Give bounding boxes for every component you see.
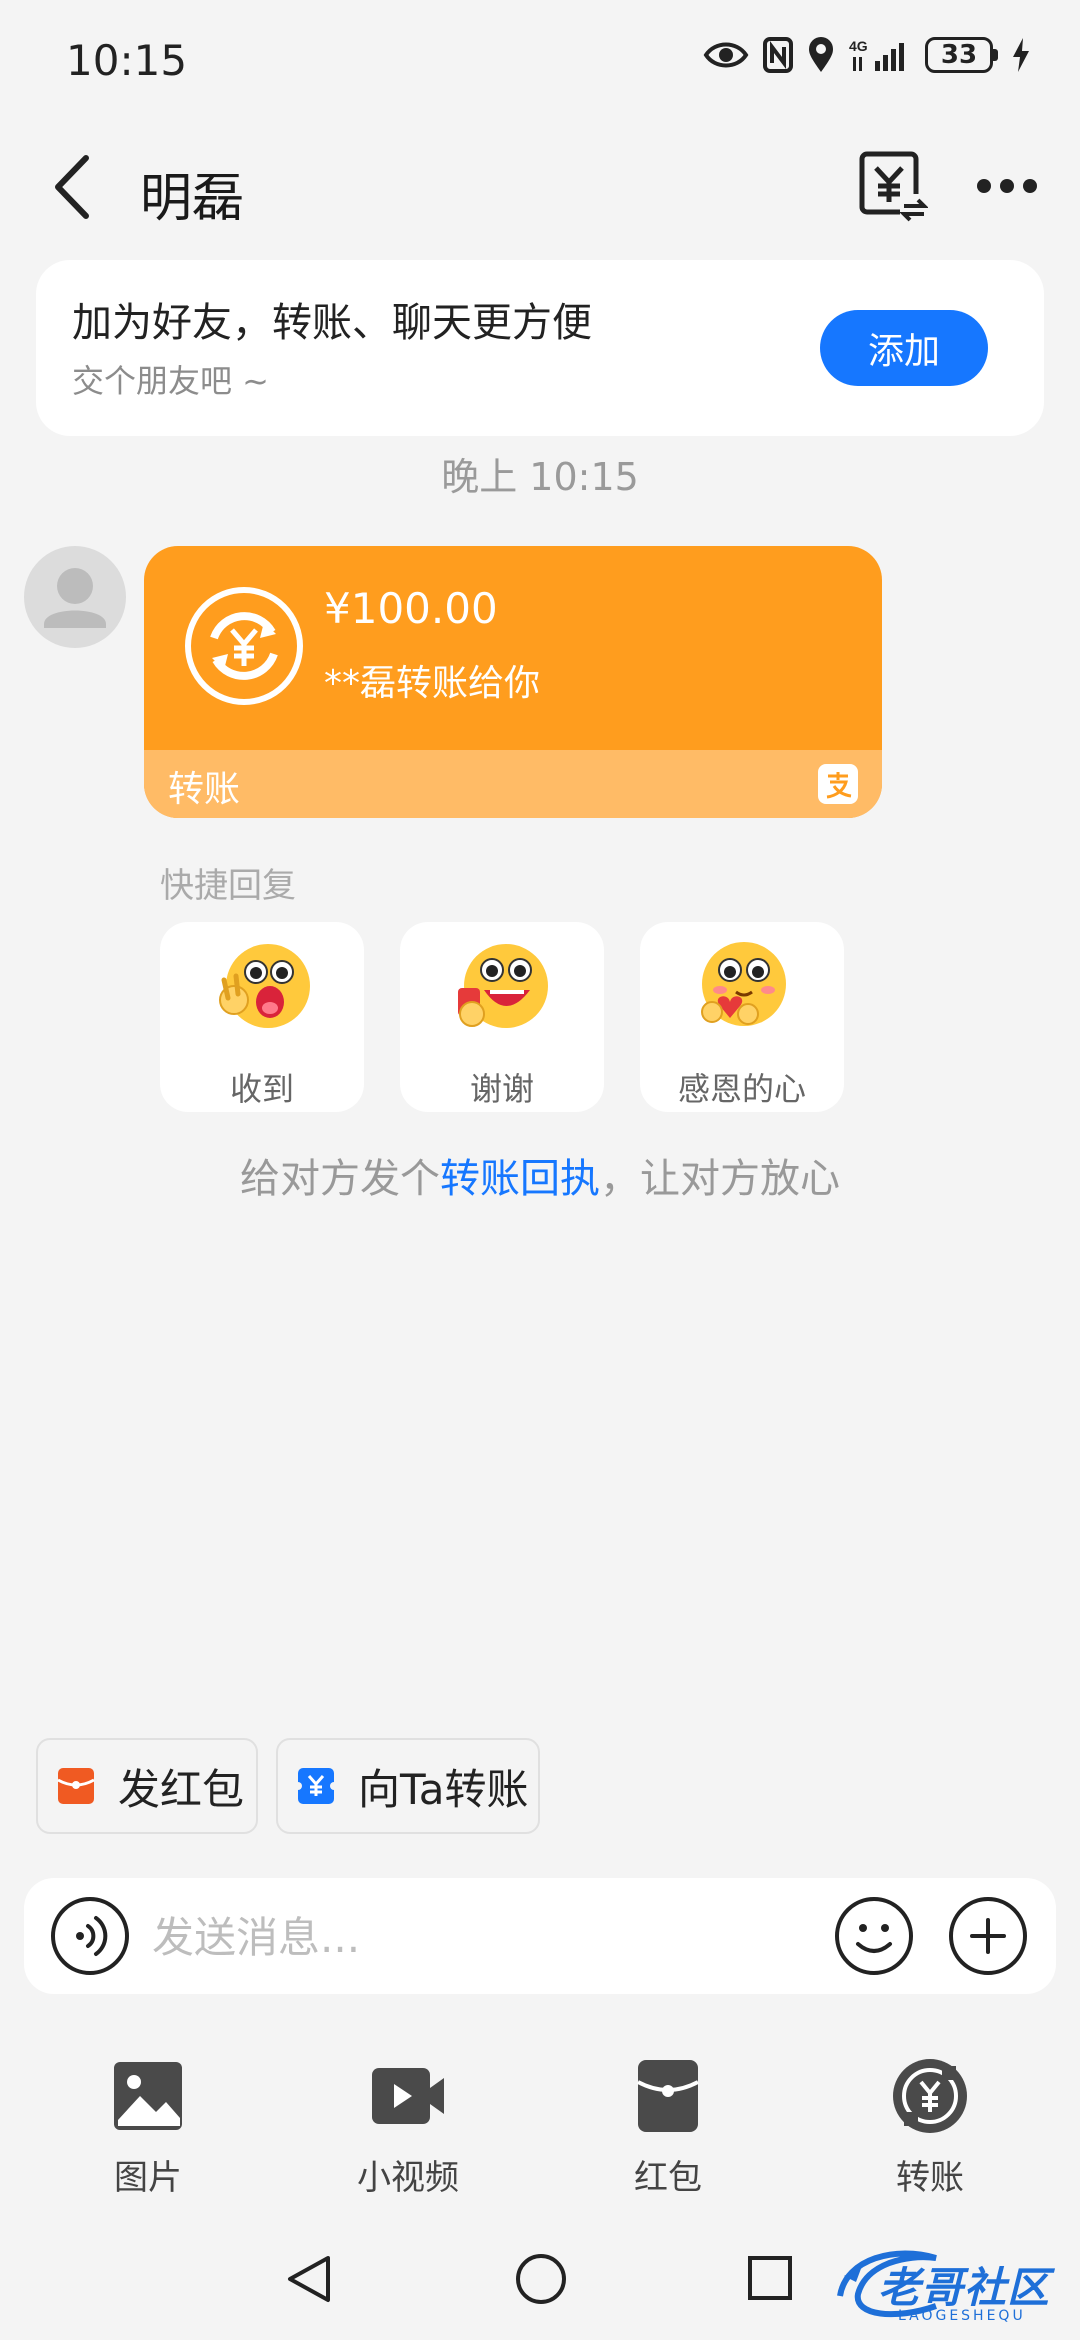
nav-home-icon[interactable]: [514, 2252, 568, 2306]
location-icon: [809, 37, 833, 72]
transfer-receipt-link[interactable]: 转账回执: [440, 1156, 600, 1202]
add-friend-card: 加为好友，转账、聊天更方便 交个朋友吧 ~ 添加: [36, 260, 1044, 436]
nav-back-icon[interactable]: [282, 2252, 336, 2306]
tool-label: 转账: [896, 2158, 964, 2198]
transfer-type-label: 转账: [168, 769, 241, 810]
nav-recent-apps-icon[interactable]: [746, 2254, 794, 2302]
quick-reply-label: 快捷回复: [160, 866, 296, 906]
watermark-text: 老哥社区: [878, 2263, 1051, 2312]
voice-icon[interactable]: [50, 1896, 130, 1976]
battery-indicator: 33: [925, 37, 998, 73]
send-red-packet-chip[interactable]: 发红包: [36, 1738, 258, 1834]
battery-level: 33: [940, 40, 978, 70]
tool-label: 红包: [634, 2158, 702, 2198]
tool-image[interactable]: 图片: [68, 2058, 228, 2198]
transfer-to-them-chip[interactable]: 向Ta转账: [276, 1738, 540, 1834]
ok-hand-emoji-icon: [219, 944, 310, 1028]
nfc-icon: [763, 37, 793, 73]
eye-icon: [703, 42, 749, 68]
add-friend-subtitle: 交个朋友吧 ~: [72, 362, 269, 400]
quick-reply-thanks[interactable]: 谢谢: [400, 922, 604, 1112]
add-friend-button[interactable]: 添加: [820, 310, 988, 386]
grateful-heart-emoji-icon: [701, 942, 786, 1026]
red-packet-icon: [57, 1768, 95, 1804]
chat-title: 明磊: [140, 169, 245, 229]
tool-red-packet[interactable]: 红包: [588, 2058, 748, 2198]
watermark-subtext: LAOGESHEQU: [898, 2308, 1026, 2324]
image-icon: [114, 2062, 182, 2130]
alipay-icon: [818, 764, 858, 804]
message-input[interactable]: [150, 1896, 714, 1978]
quick-reply-received[interactable]: 收到: [160, 922, 364, 1112]
receipt-prefix: 给对方发个: [240, 1156, 440, 1202]
tool-short-video[interactable]: 小视频: [328, 2058, 488, 2198]
receipt-suffix: ，让对方放心: [600, 1156, 840, 1202]
tool-transfer[interactable]: 转账: [850, 2058, 1010, 2198]
more-icon[interactable]: [976, 168, 1038, 204]
quick-reply-grateful-heart[interactable]: 感恩的心: [640, 922, 844, 1112]
message-input-bar: [24, 1878, 1056, 1994]
send-red-packet-label: 发红包: [118, 1764, 245, 1814]
video-icon: [372, 2068, 444, 2124]
tool-label: 小视频: [357, 2158, 459, 2198]
back-arrow-icon[interactable]: [48, 152, 98, 222]
transfer-message-bubble[interactable]: ¥100.00 **磊转账给你 转账: [144, 546, 882, 818]
transfer-card-icon: [296, 1768, 336, 1804]
signal-icon: 4G: [849, 38, 904, 71]
tool-label: 图片: [114, 2158, 182, 2198]
quick-reply-label-text: 收到: [229, 1070, 294, 1108]
transfer-icon: [893, 2059, 967, 2133]
avatar[interactable]: [24, 546, 126, 648]
default-avatar-icon: [44, 568, 106, 628]
transfer-receipt-prompt: 给对方发个转账回执，让对方放心: [0, 1146, 1080, 1204]
transfer-to-them-label: 向Ta转账: [358, 1764, 529, 1814]
watermark-logo: 老哥社区 LAOGESHEQU: [836, 2236, 1070, 2332]
status-icons: 4G 33: [703, 36, 1030, 74]
transfer-circle-icon: [185, 587, 303, 705]
quick-reply-label-text: 谢谢: [469, 1070, 534, 1108]
transfer-yuan-icon[interactable]: [858, 150, 928, 222]
transfer-description: **磊转账给你: [324, 663, 541, 704]
charging-icon: [1013, 38, 1029, 72]
message-timestamp: 晚上 10:15: [441, 455, 639, 499]
red-packet-icon: [637, 2060, 699, 2132]
svg-text:4G: 4G: [849, 38, 868, 54]
thanks-emoji-icon: [458, 944, 548, 1028]
transfer-amount: ¥100.00: [324, 584, 498, 633]
emoji-icon[interactable]: [834, 1896, 914, 1976]
status-time: 10:15: [66, 36, 188, 85]
add-friend-title: 加为好友，转账、聊天更方便: [72, 300, 592, 346]
plus-icon[interactable]: [948, 1896, 1028, 1976]
quick-reply-label-text: 感恩的心: [677, 1070, 806, 1108]
